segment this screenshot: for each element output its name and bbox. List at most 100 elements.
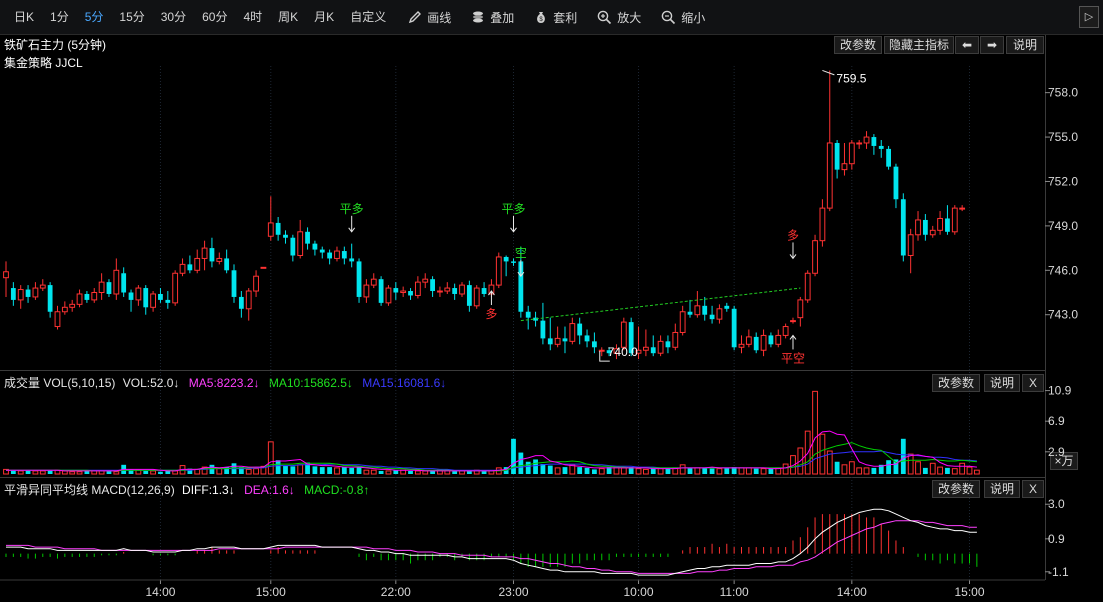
candle-body <box>47 285 53 312</box>
candle <box>694 291 701 318</box>
volume-bar <box>349 467 355 474</box>
macd-diff-line <box>6 508 977 576</box>
volume-bar <box>54 469 61 475</box>
candle-body <box>414 281 421 296</box>
period-tab-0[interactable]: 日K <box>6 0 42 34</box>
volume-bar <box>694 467 701 475</box>
tool-button-pencil[interactable]: 画线 <box>398 0 461 34</box>
candle-body <box>201 247 208 259</box>
volume-bar <box>569 464 576 475</box>
period-tab-8[interactable]: 月K <box>306 0 342 34</box>
candle-body <box>745 336 752 345</box>
volume-bar <box>657 468 664 475</box>
candle <box>158 288 163 303</box>
volume-bar <box>400 469 407 475</box>
volume-panel-separator <box>0 370 1045 371</box>
candle <box>495 252 502 289</box>
tool-button-zoom-in[interactable]: 放大 <box>587 0 651 34</box>
candle <box>525 305 531 330</box>
volume-bar <box>150 470 156 475</box>
volume-close-button[interactable]: X <box>1022 374 1044 392</box>
candle <box>341 246 347 265</box>
stack-icon <box>471 10 485 24</box>
hide-main-indicator-button[interactable]: 隐藏主指标 <box>884 36 954 54</box>
candle-body <box>312 243 318 250</box>
candle-body <box>929 229 936 236</box>
money-bag-icon: $ <box>534 10 548 24</box>
volume-label: 成交量 VOL(5,10,15) <box>4 376 116 390</box>
candle-body <box>503 256 509 262</box>
time-tick-label: 14:00 <box>837 585 867 599</box>
next-indicator-button[interactable]: ➡ <box>980 36 1004 54</box>
volume-help-button[interactable]: 说明 <box>984 374 1020 392</box>
candle-body <box>650 347 656 354</box>
volume-bar <box>503 467 509 474</box>
macd-panel-separator <box>0 477 1045 478</box>
macd-help-button[interactable]: 说明 <box>984 480 1020 498</box>
candle-body <box>738 343 745 348</box>
candle <box>224 249 230 274</box>
candle-body <box>238 296 244 309</box>
volume-bar <box>841 464 848 475</box>
candle-body <box>98 281 105 294</box>
candle <box>642 329 649 357</box>
volume-bar <box>628 467 634 474</box>
kline-chart[interactable]: 759.5740.0 平多多平多空多平空 758.0755.0752.0749.… <box>0 0 1103 602</box>
period-tab-7[interactable]: 周K <box>270 0 306 34</box>
low-annotation: 740.0 <box>608 345 638 359</box>
prev-indicator-button[interactable]: ⬅ <box>955 36 979 54</box>
candle-body <box>327 252 333 259</box>
tool-button-stack[interactable]: 叠加 <box>461 0 524 34</box>
candle-body <box>702 305 708 315</box>
volume-bar <box>745 467 752 475</box>
candle-body <box>17 289 24 301</box>
candle-body <box>533 317 538 321</box>
volume-params-button[interactable]: 改参数 <box>932 374 980 392</box>
macd-close-button[interactable]: X <box>1022 480 1044 498</box>
candle-body <box>179 263 186 274</box>
trade-signal: 多 <box>485 290 497 321</box>
volume-value: VOL:52.0↓ <box>122 376 180 390</box>
signal-arrow-head <box>517 271 525 278</box>
period-tab-2[interactable]: 5分 <box>77 0 112 34</box>
volume-bar <box>408 470 413 474</box>
candle <box>216 252 223 265</box>
candle-body <box>135 287 142 301</box>
toolbar-scroll-right-button[interactable]: ▷ <box>1079 6 1099 28</box>
volume-bar <box>158 471 163 474</box>
candle <box>606 347 612 357</box>
volume-bar <box>437 469 443 475</box>
main-params-button[interactable]: 改参数 <box>834 36 882 54</box>
tool-button-money-bag[interactable]: $ 套利 <box>524 0 587 34</box>
period-tab-4[interactable]: 30分 <box>153 0 194 34</box>
price-tick-label: 755.0 <box>1048 130 1078 144</box>
candle <box>165 291 171 309</box>
candle-body <box>473 287 480 307</box>
period-tab-5[interactable]: 60分 <box>194 0 235 34</box>
main-help-button[interactable]: 说明 <box>1006 36 1044 54</box>
tool-button-zoom-out[interactable]: 缩小 <box>651 0 715 34</box>
candle <box>3 261 9 297</box>
candle <box>871 134 877 155</box>
volume-bar <box>495 467 502 475</box>
candle <box>150 291 156 312</box>
candle <box>98 273 105 300</box>
period-tab-6[interactable]: 4时 <box>235 0 270 34</box>
period-tab-3[interactable]: 15分 <box>111 0 152 34</box>
candle <box>393 282 399 300</box>
tool-label: 画线 <box>427 10 452 25</box>
toolbar: 日K 1分 5分 15分 30分 60分 4时 周K 月K 自定义 画线 叠加 $ 套利 放大 缩小 ▷ <box>0 0 1103 35</box>
period-tab-1[interactable]: 1分 <box>42 0 77 34</box>
macd-params-button[interactable]: 改参数 <box>932 480 980 498</box>
candle-body <box>430 279 435 292</box>
candle-body <box>959 207 966 210</box>
candle <box>657 335 664 357</box>
candle-body <box>363 284 370 298</box>
period-tab-9[interactable]: 自定义 <box>342 0 394 34</box>
volume-bar <box>275 460 281 474</box>
candle-body <box>511 261 516 263</box>
candle-body <box>716 308 723 320</box>
volume-bar <box>900 438 906 474</box>
candle <box>628 317 634 357</box>
volume-unit-button[interactable]: ×万 <box>1050 452 1078 470</box>
